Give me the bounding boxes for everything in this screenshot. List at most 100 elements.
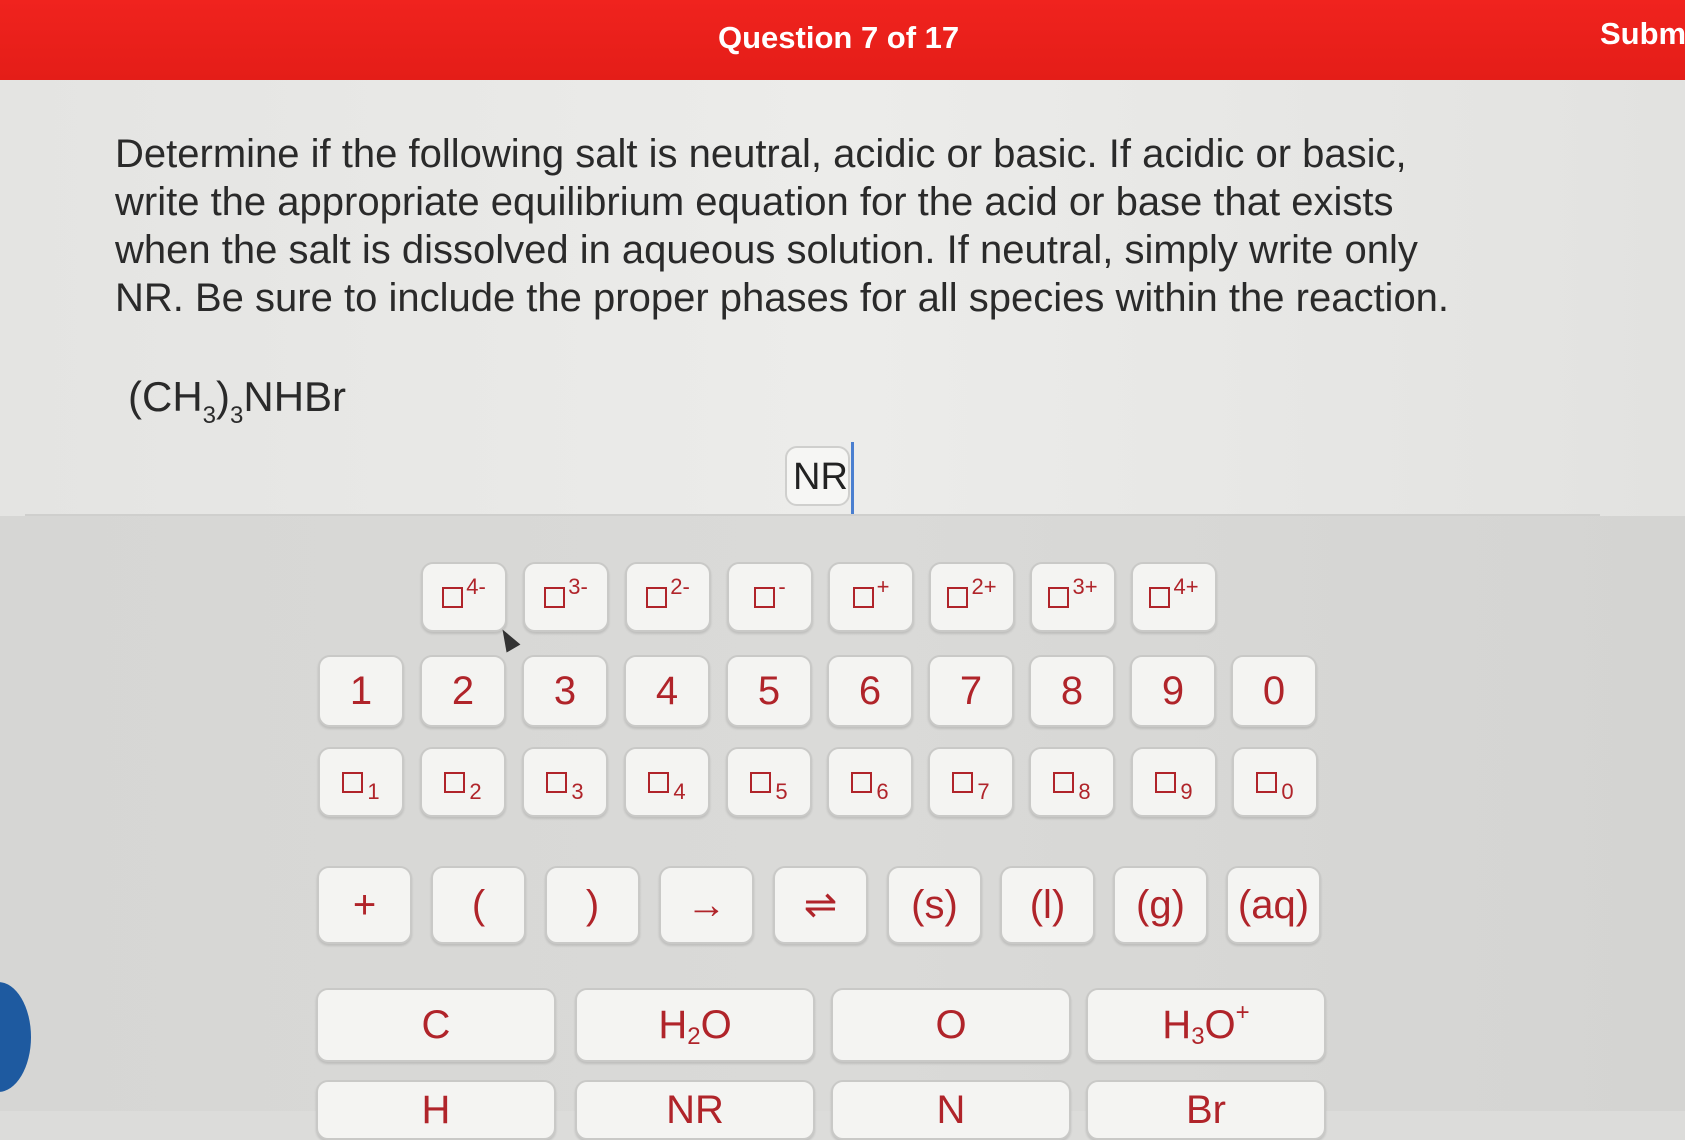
placeholder-box-icon [947, 586, 969, 608]
subscript-8-button[interactable]: 8 [1029, 747, 1115, 817]
open-paren-button[interactable]: ( [431, 866, 526, 944]
prompt-line: Determine if the following salt is neutr… [115, 132, 1407, 176]
superscript-label: 3- [568, 574, 588, 599]
subscript-label: 3 [571, 779, 584, 804]
superscript-4-plus-button[interactable]: 4+ [1131, 562, 1217, 632]
digit-3-button[interactable]: 3 [522, 655, 608, 727]
prompt-line: when the salt is dissolved in aqueous so… [115, 228, 1418, 272]
formula-subscript: 3 [202, 402, 217, 429]
text-cursor [851, 442, 854, 514]
aqueous-phase-button[interactable]: (aq) [1226, 866, 1321, 944]
subscript-label: 4 [673, 779, 686, 804]
digit-7-button[interactable]: 7 [928, 655, 1014, 727]
placeholder-box-icon [648, 771, 670, 793]
subscript-9-button[interactable]: 9 [1131, 747, 1217, 817]
digit-9-button[interactable]: 9 [1130, 655, 1216, 727]
question-header: Question 7 of 17 Submit [0, 0, 1685, 80]
digit-6-button[interactable]: 6 [827, 655, 913, 727]
water-button[interactable]: H2O [575, 988, 815, 1062]
carbon-button[interactable]: C [316, 988, 556, 1062]
placeholder-box-icon [546, 771, 568, 793]
subscript-label: 7 [977, 779, 990, 804]
digit-1-button[interactable]: 1 [318, 655, 404, 727]
equilibrium-arrow-button[interactable]: ⇌ [773, 866, 868, 944]
salt-formula: (CH3)3NHBr [128, 373, 346, 430]
superscript-label: 4+ [1173, 574, 1199, 599]
species-superscript: + [1235, 999, 1250, 1026]
placeholder-box-icon [342, 771, 364, 793]
hydronium-button[interactable]: H 3 O + [1086, 988, 1326, 1062]
placeholder-box-icon [1155, 771, 1177, 793]
formula-part: ) [216, 373, 231, 420]
placeholder-box-icon [444, 771, 466, 793]
superscript-plus-button[interactable]: + [828, 562, 914, 632]
subscript-label: 6 [876, 779, 889, 804]
superscript-minus-button[interactable]: - [727, 562, 813, 632]
placeholder-box-icon [544, 586, 566, 608]
placeholder-box-icon [952, 771, 974, 793]
superscript-label: 2- [670, 574, 690, 599]
species-label: H [1162, 1002, 1192, 1047]
placeholder-box-icon [1149, 586, 1171, 608]
species-subscript: 2 [687, 1023, 701, 1050]
subscript-2-button[interactable]: 2 [420, 747, 506, 817]
formula-part: (CH [128, 373, 203, 420]
solid-phase-button[interactable]: (s) [887, 866, 982, 944]
placeholder-box-icon [750, 771, 772, 793]
subscript-5-button[interactable]: 5 [726, 747, 812, 817]
placeholder-box-icon [1048, 586, 1070, 608]
placeholder-box-icon [754, 586, 776, 608]
plus-button[interactable]: + [317, 866, 412, 944]
prompt-line: NR. Be sure to include the proper phases… [115, 276, 1450, 320]
placeholder-box-icon [1053, 771, 1075, 793]
superscript-label: - [778, 574, 786, 599]
superscript-4-minus-button[interactable]: 4- [421, 562, 507, 632]
digit-4-button[interactable]: 4 [624, 655, 710, 727]
bromine-button[interactable]: Br [1086, 1080, 1326, 1140]
species-label: H [658, 1002, 688, 1047]
oxygen-button[interactable]: O [831, 988, 1071, 1062]
superscript-3-plus-button[interactable]: 3+ [1030, 562, 1116, 632]
species-label: O [1204, 1002, 1236, 1047]
species-subscript: 3 [1191, 1023, 1205, 1050]
subscript-label: 8 [1078, 779, 1091, 804]
gas-phase-button[interactable]: (g) [1113, 866, 1208, 944]
placeholder-box-icon [851, 771, 873, 793]
subscript-1-button[interactable]: 1 [318, 747, 404, 817]
subscript-0-button[interactable]: 0 [1232, 747, 1318, 817]
answer-input[interactable]: NR [785, 442, 854, 514]
superscript-2-minus-button[interactable]: 2- [625, 562, 711, 632]
subscript-label: 9 [1180, 779, 1193, 804]
subscript-label: 5 [775, 779, 788, 804]
formula-subscript: 3 [230, 402, 244, 429]
placeholder-box-icon [646, 586, 668, 608]
subscript-7-button[interactable]: 7 [928, 747, 1014, 817]
nr-button[interactable]: NR [575, 1080, 815, 1140]
superscript-label: 4- [466, 574, 486, 599]
subscript-4-button[interactable]: 4 [624, 747, 710, 817]
answer-value: NR [793, 456, 848, 498]
superscript-3-minus-button[interactable]: 3- [523, 562, 609, 632]
close-paren-button[interactable]: ) [545, 866, 640, 944]
hydrogen-button[interactable]: H [316, 1080, 556, 1140]
subscript-6-button[interactable]: 6 [827, 747, 913, 817]
digit-2-button[interactable]: 2 [420, 655, 506, 727]
digit-8-button[interactable]: 8 [1029, 655, 1115, 727]
digit-0-button[interactable]: 0 [1231, 655, 1317, 727]
placeholder-box-icon [852, 586, 874, 608]
submit-button[interactable]: Submit [1600, 16, 1685, 52]
question-prompt: Determine if the following salt is neutr… [115, 130, 1515, 322]
formula-part: NHBr [243, 373, 347, 420]
subscript-3-button[interactable]: 3 [522, 747, 608, 817]
superscript-label: + [876, 574, 890, 599]
subscript-label: 0 [1281, 779, 1294, 804]
species-label: O [700, 1002, 732, 1047]
nitrogen-button[interactable]: N [831, 1080, 1071, 1140]
placeholder-box-icon [442, 586, 464, 608]
reaction-arrow-button[interactable]: → [659, 866, 754, 944]
liquid-phase-button[interactable]: (l) [1000, 866, 1095, 944]
superscript-2-plus-button[interactable]: 2+ [929, 562, 1015, 632]
superscript-label: 2+ [971, 574, 997, 599]
digit-5-button[interactable]: 5 [726, 655, 812, 727]
placeholder-box-icon [1256, 771, 1278, 793]
